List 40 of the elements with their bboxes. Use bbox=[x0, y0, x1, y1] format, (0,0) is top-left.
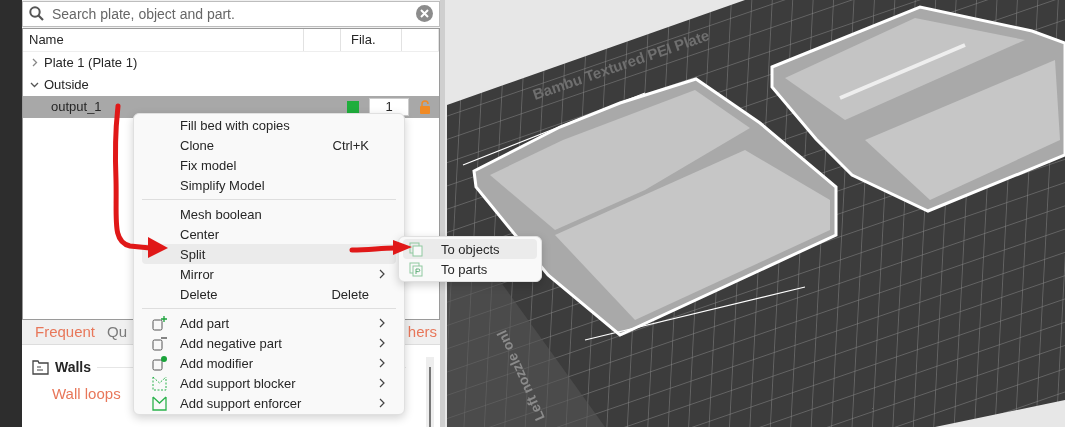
column-header[interactable]: Name bbox=[23, 28, 304, 51]
menu-item[interactable]: Add part bbox=[142, 313, 396, 333]
support-enforcer-icon bbox=[152, 395, 167, 411]
menu-item[interactable]: To objects bbox=[403, 239, 537, 259]
menu-item[interactable]: Add support blocker bbox=[142, 373, 396, 393]
parts-icon bbox=[409, 261, 423, 277]
setting-label: Wall loops bbox=[51, 385, 121, 402]
menu-item[interactable]: Delete Delete bbox=[142, 284, 396, 304]
menu-item[interactable]: Add modifier bbox=[142, 353, 396, 373]
menu-item[interactable]: Fix model bbox=[142, 155, 396, 175]
clear-icon[interactable] bbox=[416, 5, 433, 23]
annotation-arrow bbox=[349, 240, 412, 255]
menu-item[interactable]: Fill bed with copies bbox=[142, 115, 396, 135]
search-icon bbox=[29, 6, 44, 22]
menu-item[interactable]: Simplify Model bbox=[142, 175, 396, 195]
menu-item[interactable]: Center bbox=[142, 224, 396, 244]
add-negative-part-icon bbox=[152, 335, 167, 351]
search-field[interactable]: Search plate, object and part. bbox=[22, 1, 440, 27]
add-part-icon bbox=[152, 315, 167, 331]
menu-item[interactable]: Clone Ctrl+K bbox=[142, 135, 396, 155]
walls-icon bbox=[32, 359, 49, 375]
tree-item[interactable]: Outside bbox=[44, 77, 89, 92]
tree-item[interactable]: output_1 bbox=[51, 99, 102, 114]
scrollbar[interactable] bbox=[426, 357, 434, 427]
support-blocker-icon bbox=[152, 375, 167, 391]
column-header[interactable]: Fila. bbox=[341, 28, 402, 51]
objects-icon bbox=[409, 241, 423, 257]
filament-field[interactable]: 1 bbox=[369, 97, 409, 116]
menu-item[interactable]: Add negative part bbox=[142, 333, 396, 353]
add-modifier-icon bbox=[152, 355, 167, 371]
menu-item[interactable]: Split bbox=[142, 244, 396, 264]
settings-tab[interactable]: Qu bbox=[107, 323, 128, 341]
section-title: Walls bbox=[55, 359, 92, 375]
menu-item[interactable]: Mesh boolean bbox=[142, 204, 396, 224]
filament-swatch[interactable] bbox=[347, 100, 359, 113]
tree-item[interactable]: Plate 1 (Plate 1) bbox=[44, 55, 138, 70]
search-input[interactable]: Search plate, object and part. bbox=[50, 4, 410, 23]
menu-item[interactable]: Add support enforcer bbox=[142, 393, 396, 413]
chevron-down-icon[interactable] bbox=[29, 80, 39, 89]
menu-item[interactable]: Mirror bbox=[142, 264, 396, 284]
